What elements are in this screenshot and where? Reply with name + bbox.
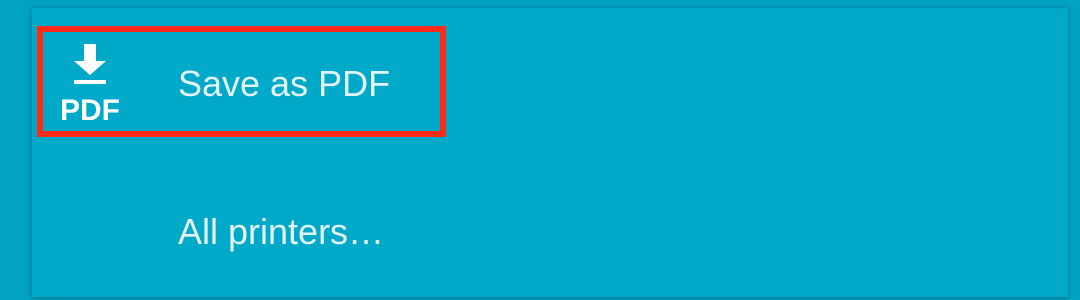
pdf-download-icon: PDF: [54, 44, 126, 127]
menu-item-label: Save as PDF: [178, 63, 391, 104]
pdf-icon-text: PDF: [60, 94, 120, 126]
menu-item-all-printers[interactable]: All printers…: [32, 154, 1068, 300]
printer-dropdown-menu: PDF Save as PDF All printers…: [32, 8, 1068, 297]
screen: PDF Save as PDF All printers…: [0, 0, 1080, 297]
menu-item-save-as-pdf[interactable]: PDF Save as PDF: [32, 8, 1068, 154]
menu-item-label: All printers…: [178, 211, 385, 252]
